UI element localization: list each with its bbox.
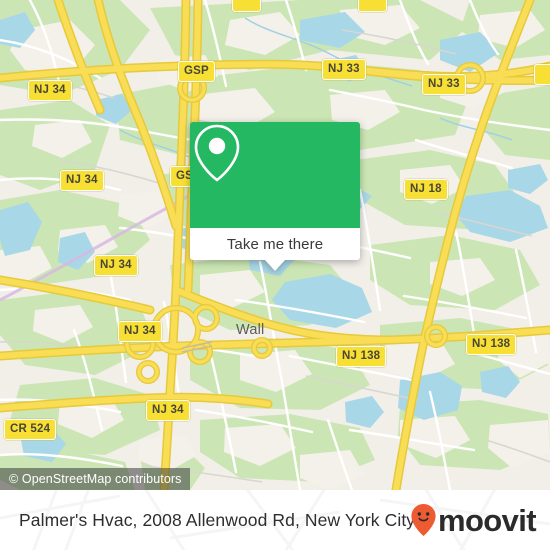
location-popup-card[interactable]: Take me there — [190, 122, 360, 271]
map-canvas[interactable]: NJ 34 GSP NJ 33 NJ 33 NJ 34 GSP NJ 18 NJ… — [0, 0, 550, 490]
popup-pointer — [265, 260, 285, 271]
place-label-wall: Wall — [236, 322, 265, 338]
road-shield-cropped — [534, 64, 550, 85]
road-shield: NJ 33 — [322, 59, 366, 80]
map-pin-icon — [194, 124, 240, 182]
popup-action-row[interactable]: Take me there — [190, 228, 360, 271]
popup-header — [190, 122, 360, 228]
road-shield: NJ 34 — [146, 400, 190, 421]
footer-bar: Palmer's Hvac, 2008 Allenwood Rd, New Yo… — [0, 490, 550, 550]
osm-attribution[interactable]: © OpenStreetMap contributors — [0, 468, 190, 490]
road-shield: NJ 34 — [94, 255, 138, 276]
moovit-pin-icon — [411, 504, 436, 536]
road-shield: GSP — [178, 61, 215, 82]
location-title: Palmer's Hvac, 2008 Allenwood Rd, New Yo… — [19, 509, 416, 530]
road-shield: NJ 138 — [336, 346, 387, 367]
road-shield: NJ 138 — [466, 334, 517, 355]
moovit-logo[interactable]: moovit — [410, 502, 537, 538]
road-shield: CR 524 — [4, 419, 57, 440]
moovit-wordmark: moovit — [437, 502, 537, 538]
road-shield-cropped — [232, 0, 261, 12]
road-shield: NJ 18 — [404, 179, 448, 200]
take-me-there-label: Take me there — [226, 235, 324, 253]
road-shield-cropped — [358, 0, 387, 12]
moovit-map-screenshot: NJ 34 GSP NJ 33 NJ 33 NJ 34 GSP NJ 18 NJ… — [0, 0, 550, 550]
road-shield: NJ 33 — [422, 74, 466, 95]
road-shield: NJ 34 — [60, 170, 104, 191]
road-shield: NJ 34 — [28, 80, 72, 101]
road-shield: NJ 34 — [118, 321, 162, 342]
